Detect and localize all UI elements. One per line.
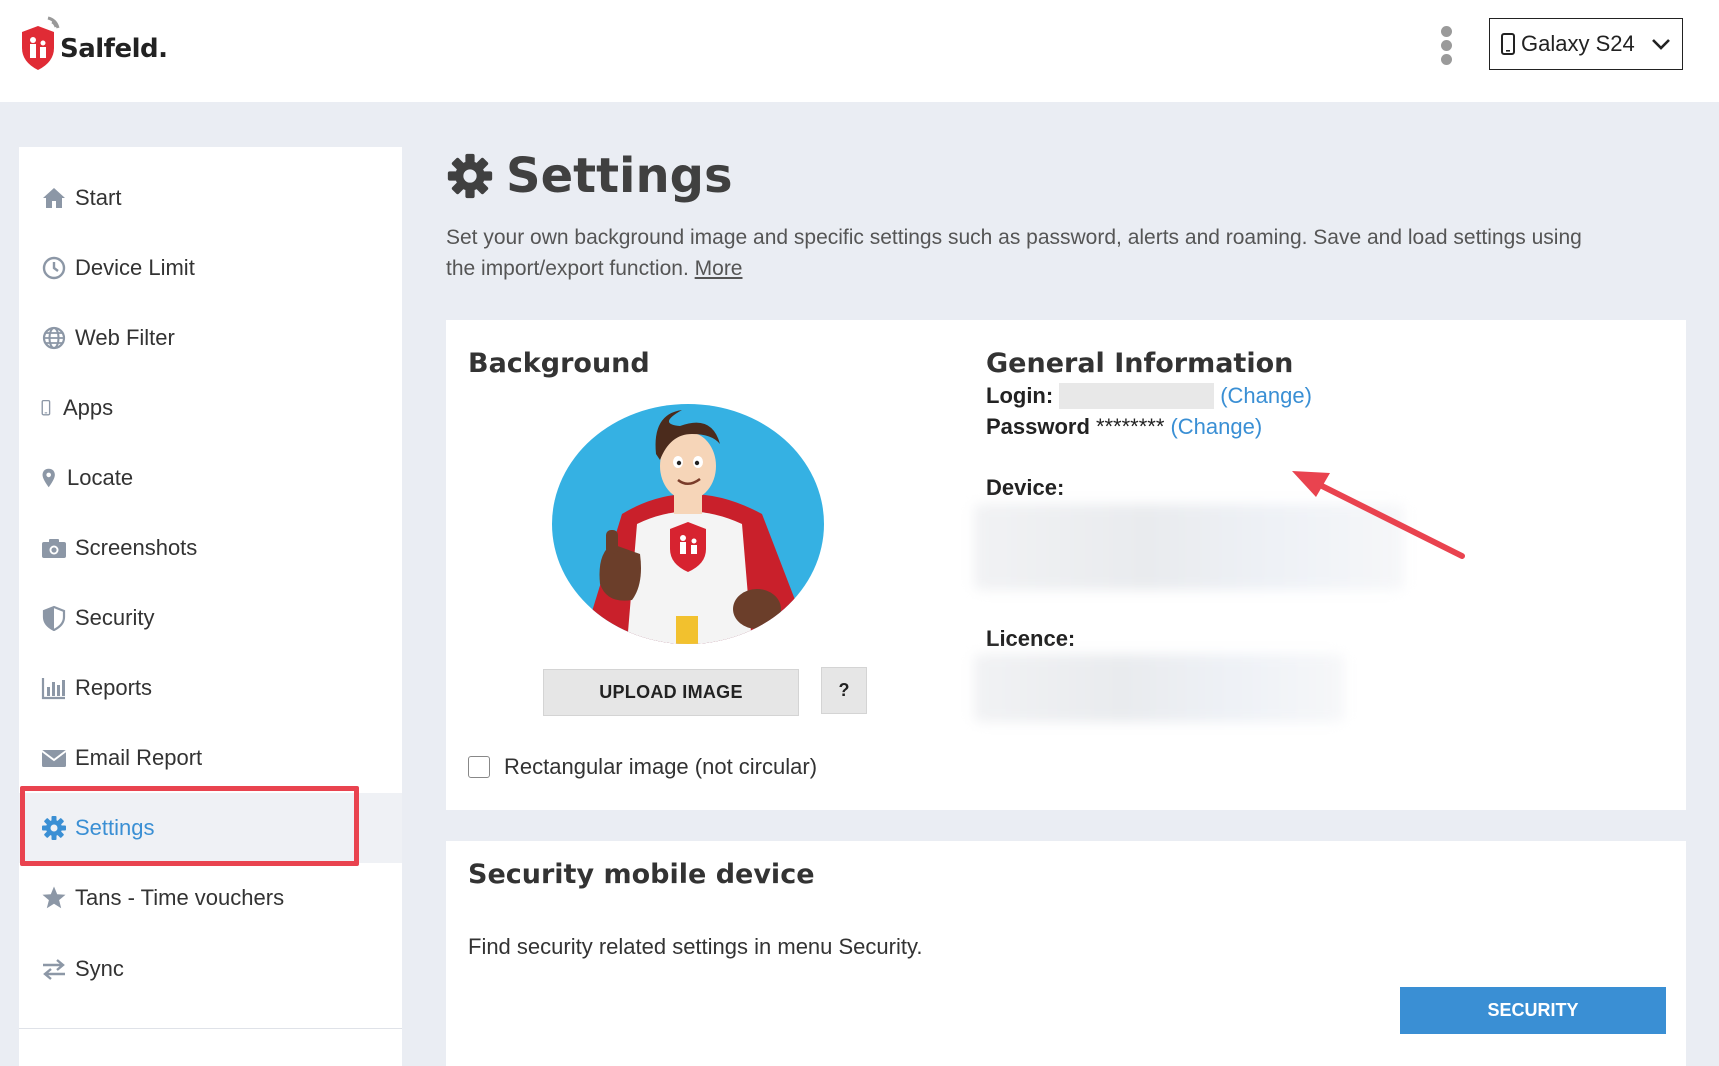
change-password-link[interactable]: (Change) [1170,414,1262,440]
change-login-link[interactable]: (Change) [1220,383,1312,409]
page-intro-text: Set your own background image and specif… [446,226,1582,280]
login-row: Login: (Change) [986,383,1312,409]
sidebar-item-reports[interactable]: Reports [19,653,402,723]
sidebar-item-label: Device Limit [75,255,195,280]
sidebar-item-label: Email Report [75,745,203,770]
sidebar-divider [19,1028,402,1029]
logo-text: Salfeld. [60,34,168,64]
security-description: Find security related settings in menu S… [468,934,923,959]
password-value: ******** [1095,414,1165,439]
chevron-down-icon [1652,39,1670,50]
top-header: Salfeld. Galaxy S24 [0,0,1719,102]
sidebar-item-security[interactable]: Security [19,583,402,653]
salfeld-shield-icon [22,16,60,70]
annotation-arrow [1292,471,1465,559]
sidebar-item-label: Screenshots [75,535,198,560]
login-value-redacted [1059,383,1215,409]
device-selector-value: Galaxy S24 [1521,31,1635,56]
security-button[interactable]: SECURITY [1400,987,1666,1034]
gear-icon [447,153,493,199]
sidebar-item-web-filter[interactable]: Web Filter [19,303,402,373]
settings-highlight-box [20,786,359,866]
sidebar-item-tans[interactable]: Tans - Time vouchers [19,863,402,933]
shield-icon [42,605,66,631]
envelope-icon [41,750,67,767]
superhero-avatar-image [552,404,824,644]
star-icon [42,886,66,909]
map-pin-icon [42,468,55,488]
device-selector[interactable]: Galaxy S24 [1489,18,1683,70]
sidebar-nav: Start Device Limit Web Filter Apps Locat… [19,147,402,1066]
sidebar-item-apps[interactable]: Apps [19,373,402,443]
sidebar-item-label: Reports [75,675,153,700]
device-label: Device: [986,475,1065,500]
password-label: Password [986,414,1090,439]
licence-label: Licence: [986,626,1076,651]
bar-chart-icon [41,678,65,700]
sidebar-item-screenshots[interactable]: Screenshots [19,513,402,583]
page-intro: Set your own background image and specif… [446,222,1596,284]
phone-icon [41,399,51,416]
globe-icon [42,326,66,350]
sidebar-item-email-report[interactable]: Email Report [19,723,402,793]
sidebar-item-start[interactable]: Start [19,163,402,233]
sidebar-item-sync[interactable]: Sync [19,934,402,1004]
background-heading: Background [468,348,650,379]
help-button[interactable]: ? [821,667,867,714]
more-link[interactable]: More [695,257,743,280]
salfeld-logo[interactable]: Salfeld. [18,16,178,74]
phone-icon [1501,33,1515,55]
licence-info-redacted [974,654,1344,722]
checkbox-label: Rectangular image (not circular) [504,754,818,779]
sidebar-item-locate[interactable]: Locate [19,443,402,513]
clock-icon [42,256,66,280]
home-icon [43,188,65,208]
sidebar-item-label: Sync [75,956,124,981]
more-options-icon[interactable] [1435,26,1457,66]
sidebar-item-label: Tans - Time vouchers [75,885,285,910]
sidebar-item-label: Apps [63,395,114,420]
sidebar-item-label: Start [75,185,122,210]
sync-arrows-icon [43,959,65,980]
sidebar-item-device-limit[interactable]: Device Limit [19,233,402,303]
page-title: Settings [446,148,733,204]
settings-card: Background UPLOAD IMAGE ? Rectangular im… [446,320,1686,810]
camera-icon [42,539,66,558]
rectangular-image-option[interactable]: Rectangular image (not circular) [468,754,817,780]
security-card: Security mobile device Find security rel… [446,841,1686,1066]
login-label: Login: [986,383,1054,408]
rectangular-image-checkbox[interactable] [468,756,490,778]
sidebar-item-label: Locate [67,465,134,490]
general-information-heading: General Information [986,348,1294,379]
page-title-text: Settings [506,148,733,204]
security-heading: Security mobile device [468,859,815,890]
sidebar-item-label: Web Filter [75,325,175,350]
sidebar-item-label: Security [75,605,155,630]
upload-image-button[interactable]: UPLOAD IMAGE [543,669,799,716]
password-row: Password ******** (Change) [986,414,1262,440]
